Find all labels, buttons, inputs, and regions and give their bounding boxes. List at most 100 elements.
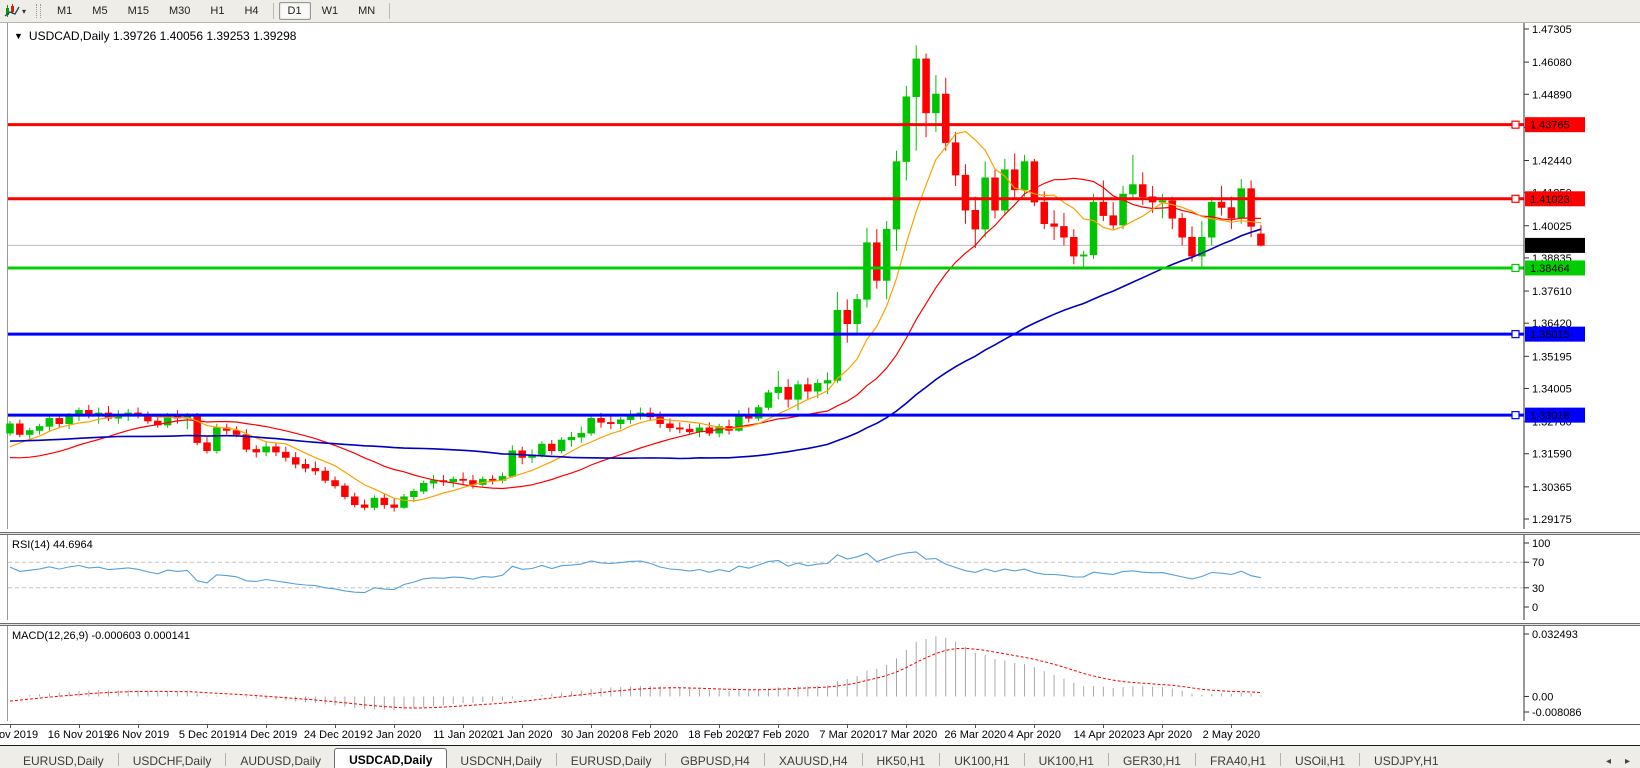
candle [312, 468, 319, 471]
time-axis[interactable]: 7 Nov 201916 Nov 201926 Nov 20195 Dec 20… [0, 724, 1640, 745]
tab-uk100-h1[interactable]: UK100,H1 [1026, 750, 1107, 768]
tab-usdcad-daily[interactable]: USDCAD,Daily [334, 748, 447, 768]
tab-ger30-h1[interactable]: GER30,H1 [1110, 750, 1194, 768]
tab-hk50-h1[interactable]: HK50,H1 [864, 750, 939, 768]
tab-scroll-left-icon[interactable]: ◂ [1606, 756, 1611, 767]
candle [1021, 162, 1028, 190]
time-axis-tick [975, 725, 976, 728]
candle [1248, 189, 1255, 227]
candle [558, 440, 565, 451]
candle [863, 243, 870, 300]
tab-eurusd-daily[interactable]: EURUSD,Daily [558, 750, 665, 768]
time-axis-label: 14 Dec 2019 [235, 729, 297, 741]
timeframe-button-m30[interactable]: M30 [160, 2, 199, 20]
candle [686, 429, 693, 432]
hline-handle[interactable] [1512, 121, 1519, 128]
chevron-down-icon: ▾ [22, 7, 26, 16]
candle [1110, 216, 1117, 225]
timeframe-button-m5[interactable]: M5 [83, 2, 116, 20]
tab-divider [1024, 753, 1025, 766]
candle [253, 449, 260, 452]
candle [332, 480, 339, 485]
price-axis-label: 1.35195 [1532, 351, 1572, 363]
time-axis-tick [394, 725, 395, 728]
tab-usoil-h1[interactable]: USOil,H1 [1282, 750, 1358, 768]
candle [755, 408, 762, 419]
candle [923, 59, 930, 113]
candle [982, 178, 989, 229]
tab-divider [556, 753, 557, 766]
hline-price-badge: 1.41023 [1530, 194, 1570, 206]
candle [785, 387, 792, 399]
candle [401, 497, 408, 508]
candle [1090, 202, 1097, 255]
rsi-axis-label: 70 [1532, 557, 1544, 569]
candle [371, 498, 378, 507]
chart-tool-icon [4, 3, 20, 19]
timeframe-button-d1[interactable]: D1 [279, 2, 311, 20]
candle [834, 310, 841, 380]
chart-title: ▼ USDCAD,Daily 1.39726 1.40056 1.39253 1… [14, 29, 296, 43]
candle [272, 447, 279, 452]
time-axis-tick [778, 725, 779, 728]
timeframe-button-h4[interactable]: H4 [235, 2, 267, 20]
candle [1070, 237, 1077, 256]
hline-price-badge: 1.38464 [1530, 263, 1570, 275]
hline-handle[interactable] [1512, 195, 1519, 202]
chart-tool-button[interactable]: ▾ [0, 3, 30, 19]
hline-handle[interactable] [1512, 331, 1519, 338]
tab-audusd-daily[interactable]: AUDUSD,Daily [227, 750, 334, 768]
candle [361, 505, 368, 508]
tab-eurusd-daily[interactable]: EURUSD,Daily [10, 750, 117, 768]
macd-canvas[interactable]: 0.0324930.00-0.008086 [0, 626, 1640, 721]
candle [913, 59, 920, 97]
time-axis-tick [10, 725, 11, 728]
time-axis-label: 16 Nov 2019 [48, 729, 110, 741]
tab-gbpusd-h4[interactable]: GBPUSD,H4 [667, 750, 762, 768]
candle [26, 430, 33, 434]
candle [391, 505, 398, 508]
price-chart-canvas[interactable]: 1.473051.460801.448901.436651.424401.412… [0, 23, 1640, 529]
candle [617, 420, 624, 424]
candle [66, 416, 73, 424]
timeframe-button-w1[interactable]: W1 [313, 2, 348, 20]
candle [1031, 162, 1038, 203]
toolbar-drag-handle[interactable] [36, 4, 41, 18]
candle [548, 444, 555, 451]
candle [932, 94, 939, 113]
price-axis-label: 1.46080 [1532, 57, 1572, 69]
candle [410, 491, 417, 496]
hline-handle[interactable] [1512, 412, 1519, 419]
timeframe-button-m15[interactable]: M15 [119, 2, 158, 20]
candle [666, 424, 673, 428]
candle [213, 428, 220, 451]
timeframe-button-m1[interactable]: M1 [48, 2, 81, 20]
tab-usdjpy-h1[interactable]: USDJPY,H1 [1361, 750, 1451, 768]
candle [824, 380, 831, 383]
candle [893, 162, 900, 230]
candle [942, 94, 949, 143]
candle [46, 418, 53, 426]
tab-usdchf-daily[interactable]: USDCHF,Daily [120, 750, 225, 768]
tab-fra40-h1[interactable]: FRA40,H1 [1197, 750, 1279, 768]
time-axis-label: 26 Nov 2019 [107, 729, 169, 741]
tab-divider [665, 753, 666, 766]
candle [420, 483, 427, 491]
tab-scroll-right-icon[interactable]: ▸ [1625, 756, 1630, 767]
timeframe-button-h1[interactable]: H1 [201, 2, 233, 20]
candle [302, 464, 309, 468]
tab-xauusd-h4[interactable]: XAUUSD,H4 [766, 750, 861, 768]
hline-handle[interactable] [1512, 264, 1519, 271]
chart-collapse-icon[interactable]: ▼ [14, 31, 23, 41]
tab-usdcnh-daily[interactable]: USDCNH,Daily [447, 750, 554, 768]
candle [36, 426, 43, 430]
rsi-canvas[interactable]: 10070300 [0, 535, 1640, 620]
candle [1060, 226, 1067, 237]
candle [450, 479, 457, 482]
candle [972, 210, 979, 229]
macd-label: MACD(12,26,9) -0.000603 0.000141 [12, 630, 190, 642]
time-axis-tick [207, 725, 208, 728]
timeframe-button-mn[interactable]: MN [349, 2, 384, 20]
rsi-axis-label: 30 [1532, 583, 1544, 595]
tab-uk100-h1[interactable]: UK100,H1 [941, 750, 1022, 768]
